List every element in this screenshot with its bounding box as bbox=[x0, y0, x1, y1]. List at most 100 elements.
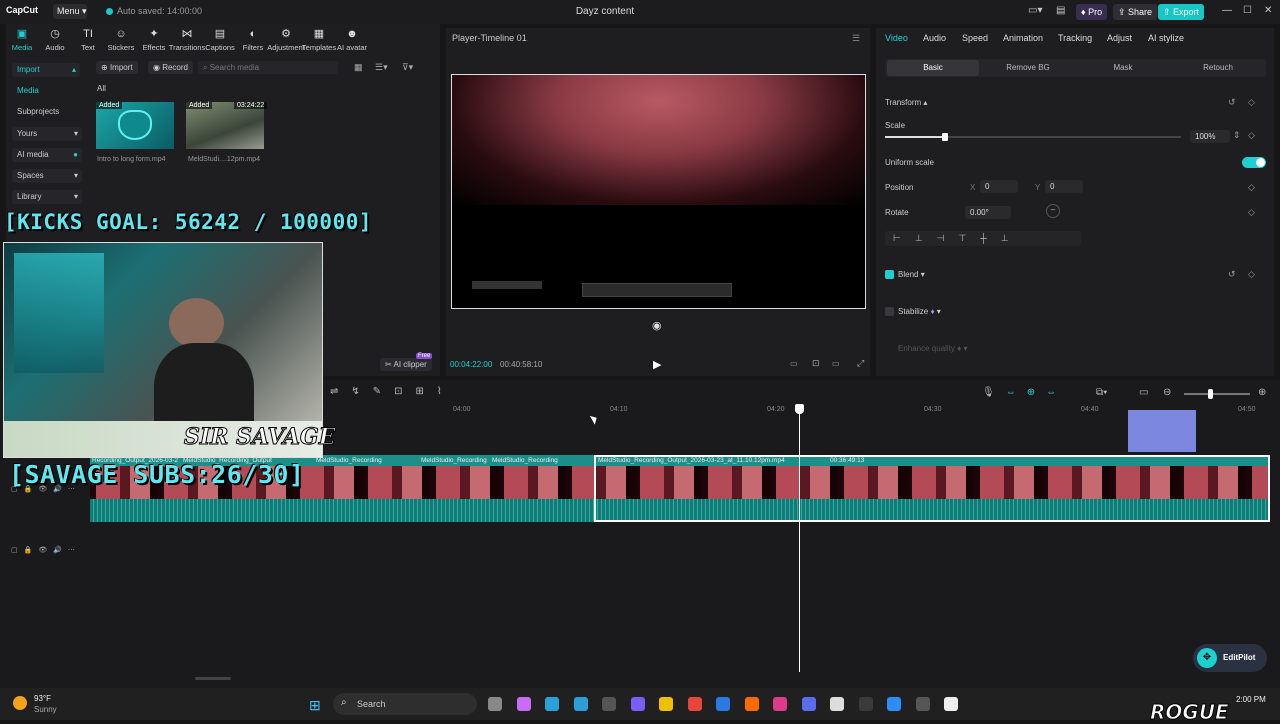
player-menu-icon[interactable]: ☰ bbox=[852, 33, 860, 44]
play-icon[interactable]: ▶ bbox=[653, 358, 661, 371]
weather-icon[interactable] bbox=[13, 696, 27, 710]
video-preview[interactable] bbox=[451, 74, 866, 309]
layout-icon[interactable]: ▭▾ bbox=[1028, 5, 1042, 16]
taskbar-search[interactable]: ⌕ Search bbox=[333, 693, 477, 715]
fullscreen-icon[interactable]: ⤢ bbox=[857, 358, 864, 369]
zoom-slider[interactable] bbox=[1184, 389, 1250, 399]
notepad-icon[interactable] bbox=[716, 697, 730, 711]
capcut-active-icon[interactable] bbox=[944, 697, 958, 711]
minimize-icon[interactable]: — bbox=[1222, 5, 1232, 16]
nav-media[interactable]: Media bbox=[12, 84, 82, 98]
preview-axis-icon[interactable]: ▭ bbox=[1139, 387, 1148, 398]
ai-clipper-button[interactable]: ✂ AI clipper bbox=[380, 358, 432, 371]
subtab-retouch[interactable]: Retouch bbox=[1172, 63, 1264, 72]
files-icon[interactable] bbox=[659, 697, 673, 711]
windows-start-icon[interactable]: ⊞ bbox=[309, 697, 321, 714]
steam-icon[interactable] bbox=[915, 697, 930, 711]
blend-checkbox[interactable] bbox=[885, 270, 894, 279]
center-handle-icon[interactable]: ◉ bbox=[652, 319, 662, 332]
file-explorer-icon[interactable] bbox=[488, 697, 502, 711]
search-media-input[interactable]: ⌕ Search media bbox=[198, 61, 338, 74]
subtab-remove-bg[interactable]: Remove BG bbox=[982, 63, 1074, 72]
scale-stepper-icon[interactable]: ⇕ bbox=[1233, 130, 1241, 141]
tab-animation[interactable]: Animation bbox=[1003, 33, 1043, 43]
track-controls-audio[interactable]: ▢🔒👁🔊⋯ bbox=[11, 546, 81, 554]
stabilize-label[interactable]: Stabilize ♦ ▾ bbox=[898, 307, 941, 316]
uniform-scale-toggle[interactable] bbox=[1242, 157, 1266, 168]
quality-icon[interactable]: ▭ bbox=[790, 359, 798, 368]
copilot-icon[interactable] bbox=[516, 697, 531, 711]
chrome-icon[interactable] bbox=[687, 697, 702, 711]
keyframe-icon[interactable]: ◇ bbox=[1248, 97, 1255, 108]
media-thumb-intro[interactable] bbox=[96, 102, 174, 149]
pos-y-input[interactable]: 0 bbox=[1045, 180, 1083, 193]
nav-yours[interactable]: Yours ▾ bbox=[12, 127, 82, 141]
messenger-icon[interactable] bbox=[801, 697, 816, 711]
tab-speed[interactable]: Speed bbox=[962, 33, 988, 43]
close-icon[interactable]: ✕ bbox=[1264, 5, 1272, 16]
reset-icon[interactable]: ↺ bbox=[1228, 269, 1236, 280]
capcut-icon[interactable] bbox=[830, 697, 844, 711]
keyframe-icon[interactable]: ◇ bbox=[1248, 269, 1255, 280]
keyframe-icon[interactable]: ◇ bbox=[1248, 182, 1255, 193]
nav-ai-media[interactable]: AI media ● bbox=[12, 148, 82, 162]
subtab-mask[interactable]: Mask bbox=[1077, 63, 1169, 72]
scale-slider-track[interactable] bbox=[885, 133, 1181, 141]
scale-value[interactable]: 100% bbox=[1190, 130, 1230, 143]
keyframe-icon[interactable]: ◇ bbox=[1248, 207, 1255, 218]
nav-subprojects[interactable]: Subprojects bbox=[12, 105, 82, 119]
sort-icon[interactable]: ☰▾ bbox=[375, 62, 388, 73]
media-player-icon[interactable] bbox=[573, 697, 588, 711]
split-icon[interactable]: ⧉▾ bbox=[1096, 387, 1107, 398]
grid-view-icon[interactable]: ▦ bbox=[354, 62, 363, 73]
timeline-tools[interactable]: ⇌↯✎⊡⊞⌇ bbox=[330, 386, 455, 397]
tab-adjust[interactable]: Adjust bbox=[1107, 33, 1132, 43]
nav-import[interactable]: Import ▴ bbox=[12, 63, 80, 77]
toolbar-ai-avatar[interactable]: ☻ AI avatar bbox=[333, 28, 371, 52]
maps-icon[interactable] bbox=[773, 697, 787, 711]
discord-icon[interactable] bbox=[630, 697, 645, 711]
store-icon[interactable] bbox=[545, 697, 559, 711]
filter-icon[interactable]: ⊽▾ bbox=[402, 62, 413, 73]
import-button[interactable]: ⊕ Import bbox=[96, 61, 138, 74]
pro-button[interactable]: ♦ Pro bbox=[1076, 4, 1108, 20]
subtab-basic[interactable]: Basic bbox=[887, 63, 979, 72]
editpilot-button[interactable]: ✥ EditPilot bbox=[1193, 644, 1267, 672]
meld-icon[interactable] bbox=[858, 697, 873, 711]
zoom-thumb[interactable] bbox=[1208, 389, 1213, 399]
maximize-icon[interactable]: ☐ bbox=[1243, 5, 1252, 16]
zoom-out-icon[interactable]: ⊖ bbox=[1163, 387, 1171, 398]
nav-spaces[interactable]: Spaces ▾ bbox=[12, 169, 82, 183]
tab-ai-stylize[interactable]: AI stylize bbox=[1148, 33, 1184, 43]
tab-audio[interactable]: Audio bbox=[923, 33, 946, 43]
filter-all[interactable]: All bbox=[97, 84, 106, 93]
transform-header[interactable]: Transform ▴ bbox=[885, 98, 927, 107]
align-tools[interactable]: ⊢⊥⊣⊤┼⊥ bbox=[885, 231, 1081, 246]
share-button[interactable]: ⇪ Share bbox=[1113, 4, 1158, 20]
scale-slider-thumb[interactable] bbox=[942, 133, 948, 141]
media-thumb-meld[interactable] bbox=[186, 102, 264, 149]
rotate-dial-icon[interactable]: – bbox=[1046, 204, 1060, 218]
tab-video[interactable]: Video bbox=[885, 33, 908, 43]
zoom-icon[interactable] bbox=[887, 697, 901, 711]
stabilize-checkbox[interactable] bbox=[885, 307, 894, 316]
zoom-in-icon[interactable]: ⊕ bbox=[1258, 387, 1266, 398]
reset-icon[interactable]: ↺ bbox=[1228, 97, 1236, 108]
rotate-input[interactable]: 0.00° bbox=[965, 206, 1011, 219]
nav-library[interactable]: Library ▾ bbox=[12, 190, 82, 204]
tab-tracking[interactable]: Tracking bbox=[1058, 33, 1092, 43]
timeline-mode-icons[interactable]: 🎙⇔⊕⇔ bbox=[982, 387, 1067, 398]
playhead[interactable] bbox=[799, 404, 800, 672]
playhead-handle[interactable] bbox=[795, 404, 804, 414]
shortcuts-icon[interactable]: ▤ bbox=[1056, 5, 1065, 16]
obs-icon[interactable] bbox=[602, 697, 616, 711]
selected-clip[interactable] bbox=[594, 455, 1270, 522]
timeline-scrollbar[interactable] bbox=[195, 677, 231, 680]
snapshot-icon[interactable]: ⊡ bbox=[812, 358, 820, 369]
soundcloud-icon[interactable] bbox=[744, 697, 759, 711]
pos-x-input[interactable]: 0 bbox=[980, 180, 1018, 193]
keyframe-icon[interactable]: ◇ bbox=[1248, 130, 1255, 141]
blend-label[interactable]: Blend ▾ bbox=[898, 270, 925, 279]
export-button[interactable]: ⇧ Export bbox=[1158, 4, 1205, 20]
record-button[interactable]: ◉ Record bbox=[148, 61, 193, 74]
